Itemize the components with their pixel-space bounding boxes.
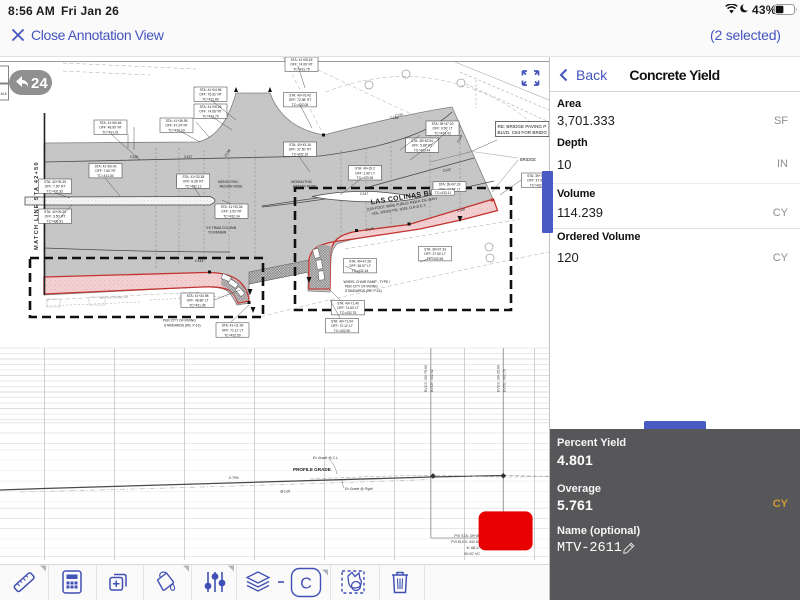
svg-text:BVCS: 39+75.00: BVCS: 39+75.00 <box>424 365 428 392</box>
svg-text:RE: BRIDGE PAVING P: RE: BRIDGE PAVING P <box>498 124 547 129</box>
svg-text:TC=432.34: TC=432.34 <box>223 215 240 219</box>
svg-text:STA: 41+60.66: STA: 41+60.66 <box>100 121 122 125</box>
svg-text:STA: 41+36.95: STA: 41+36.95 <box>166 119 188 123</box>
svg-text:TC=432.50: TC=432.50 <box>334 329 351 333</box>
svg-text:OFF: 47.24' RT: OFF: 47.24' RT <box>165 124 188 128</box>
svg-text:STA: 41+33.36: STA: 41+33.36 <box>221 205 243 209</box>
svg-text:TC=431.80: TC=431.80 <box>202 98 219 102</box>
svg-text:TC=431.01: TC=431.01 <box>102 131 119 135</box>
svg-text:C147: C147 <box>360 192 368 196</box>
svg-text:TC=432.55: TC=432.55 <box>427 257 444 261</box>
svg-text:OFF: 74.06' RT: OFF: 74.06' RT <box>199 110 222 114</box>
svg-text:OFF: 37.50' LT: OFF: 37.50' LT <box>424 252 446 256</box>
svg-text:Ex Grade @ C.L.: Ex Grade @ C.L. <box>313 456 339 460</box>
svg-text:TO REMAIN: TO REMAIN <box>208 231 227 235</box>
svg-text:WHEEL CHAIR RAMP - TYPE I: WHEEL CHAIR RAMP - TYPE I <box>344 280 391 284</box>
svg-text:MONOLITHIC: MONOLITHIC <box>218 180 239 184</box>
svg-text:EX TRAM COLUMN: EX TRAM COLUMN <box>207 226 237 230</box>
svg-text:OFF: 48.90' RT: OFF: 48.90' RT <box>99 126 122 130</box>
svg-text:PER CITY OF IRVING: PER CITY OF IRVING <box>345 285 378 289</box>
svg-text:C137: C137 <box>184 155 192 159</box>
svg-text:ALK: ALK <box>1 92 8 96</box>
svg-text:STA: 39+47.20: STA: 39+47.20 <box>432 122 454 126</box>
svg-text:STA: 42+05.39: STA: 42+05.39 <box>44 180 66 184</box>
svg-text:STA: 41+60.40: STA: 41+60.40 <box>95 164 117 168</box>
svg-text:TC=433.43: TC=433.43 <box>434 132 451 136</box>
svg-text:OFF: 1.90' LT: OFF: 1.90' LT <box>355 171 375 175</box>
svg-text:STA: 41+05.26: STA: 41+05.26 <box>200 105 222 109</box>
svg-text:TC=431.70: TC=431.70 <box>202 115 219 119</box>
svg-text:TC=433.44: TC=433.44 <box>414 149 431 153</box>
svg-text:OFF: 72.98' RT: OFF: 72.98' RT <box>289 98 312 102</box>
svg-text:MATCH LINE STA 42+50: MATCH LINE STA 42+50 <box>34 161 40 250</box>
svg-text:24: 24 <box>31 75 48 92</box>
svg-text:BLVD. C84 FOR BRIDG: BLVD. C84 FOR BRIDG <box>498 130 548 135</box>
svg-text:STA: 40+43.16: STA: 40+43.16 <box>289 143 311 147</box>
svg-text:OFF: 37.50' RT: OFF: 37.50' RT <box>289 148 312 152</box>
svg-text:STA: 40+76.42: STA: 40+76.42 <box>289 93 311 97</box>
svg-text:TC=432.50: TC=432.50 <box>224 333 241 337</box>
svg-text:STA: 39+97.33: STA: 39+97.33 <box>439 183 461 187</box>
svg-text:TC=431.33: TC=431.33 <box>168 129 185 133</box>
svg-text:EVCS: 39+25.00: EVCS: 39+25.00 <box>497 365 501 392</box>
svg-text:-0.79%: -0.79% <box>228 476 239 480</box>
svg-text:OFF: 7.50' RT: OFF: 7.50' RT <box>95 169 116 173</box>
svg-text:STA: 41+33.38: STA: 41+33.38 <box>182 175 204 179</box>
svg-text:OFF: 36.07' LT: OFF: 36.07' LT <box>349 264 371 268</box>
svg-text:BRIDGE: BRIDGE <box>520 157 536 162</box>
svg-text:STA: 41+11.99: STA: 41+11.99 <box>222 324 244 328</box>
svg-text:OFF: 72.12' LT: OFF: 72.12' LT <box>331 324 353 328</box>
svg-text:STA: 39+97.33: STA: 39+97.33 <box>424 247 446 251</box>
svg-text:STA: 41+05.26: STA: 41+05.26 <box>291 58 313 62</box>
svg-text:Ex Grade @ Right: Ex Grade @ Right <box>345 487 374 491</box>
svg-text:TC=431.75: TC=431.75 <box>293 68 310 72</box>
svg-text:TC=432.75: TC=432.75 <box>340 311 357 315</box>
svg-text:STANDARDS (RE: P-16): STANDARDS (RE: P-16) <box>164 324 201 328</box>
svg-text:STA: 41+04.96: STA: 41+04.96 <box>200 88 222 92</box>
svg-text:PVI STA: 39+50: PVI STA: 39+50 <box>454 534 480 538</box>
svg-text:K: 68.17: K: 68.17 <box>467 546 480 550</box>
svg-text:C: C <box>300 576 312 593</box>
svg-text:STA: 40+71.40: STA: 40+71.40 <box>337 301 359 305</box>
svg-text:PVI ELEV: 432.64: PVI ELEV: 432.64 <box>451 540 480 544</box>
svg-text:STA: 40+32.2: STA: 40+32.2 <box>355 167 375 171</box>
svg-text:C134: C134 <box>390 116 398 120</box>
svg-text:50.00' VC: 50.00' VC <box>464 552 480 556</box>
svg-text:OFF: 74.63' LT: OFF: 74.63' LT <box>337 306 359 310</box>
svg-text:OFF: 74.06' RT: OFF: 74.06' RT <box>290 63 313 67</box>
svg-text:C143: C143 <box>195 259 203 263</box>
svg-text:TC=433.11: TC=433.11 <box>435 191 451 195</box>
svg-text:STA: 42+05.39: STA: 42+05.39 <box>44 210 66 214</box>
svg-text:EVCE: 432.76: EVCE: 432.76 <box>503 369 507 392</box>
svg-text:OFF: 8.36' RT: OFF: 8.36' RT <box>183 180 204 184</box>
svg-text:PROFILE GRADE: PROFILE GRADE <box>293 467 331 472</box>
svg-text:OFF: 9.50' LT: OFF: 9.50' LT <box>433 127 453 131</box>
svg-text:TC=432.16: TC=432.16 <box>292 153 309 157</box>
svg-text:STA: 40+47.28: STA: 40+47.28 <box>349 259 371 263</box>
svg-text:TC=431.80: TC=431.80 <box>97 174 114 178</box>
svg-text:BVCE: 432.52: BVCE: 432.52 <box>430 369 434 392</box>
svg-text:MEDIAN NOSE: MEDIAN NOSE <box>220 185 244 189</box>
svg-text:TC=431.3K: TC=431.3K <box>189 304 207 308</box>
svg-text:OFF: 7.50' RT: OFF: 7.50' RT <box>45 185 66 189</box>
svg-text:STANDARDS (RE: P-16): STANDARDS (RE: P-16) <box>345 289 382 293</box>
svg-text:@ Left: @ Left <box>280 490 291 494</box>
svg-text:OFF: 48.80' LT: OFF: 48.80' LT <box>187 299 209 303</box>
svg-text:OFF: 3.50' RT: OFF: 3.50' RT <box>221 210 242 214</box>
svg-text:OFF: 76.92' RT: OFF: 76.92' RT <box>199 93 222 97</box>
svg-text:STA: 38+62.54: STA: 38+62.54 <box>411 139 433 143</box>
svg-text:PER CITY OF IRVING: PER CITY OF IRVING <box>163 319 196 323</box>
svg-text:STA: 40+71.94: STA: 40+71.94 <box>331 319 353 323</box>
svg-text:TC=432.16: TC=432.16 <box>352 269 369 273</box>
svg-text:OFF: 71.11' LT: OFF: 71.11' LT <box>222 329 244 333</box>
svg-text:STA: 41+34.98: STA: 41+34.98 <box>187 294 209 298</box>
svg-text:TC=433.08: TC=433.08 <box>357 176 374 180</box>
